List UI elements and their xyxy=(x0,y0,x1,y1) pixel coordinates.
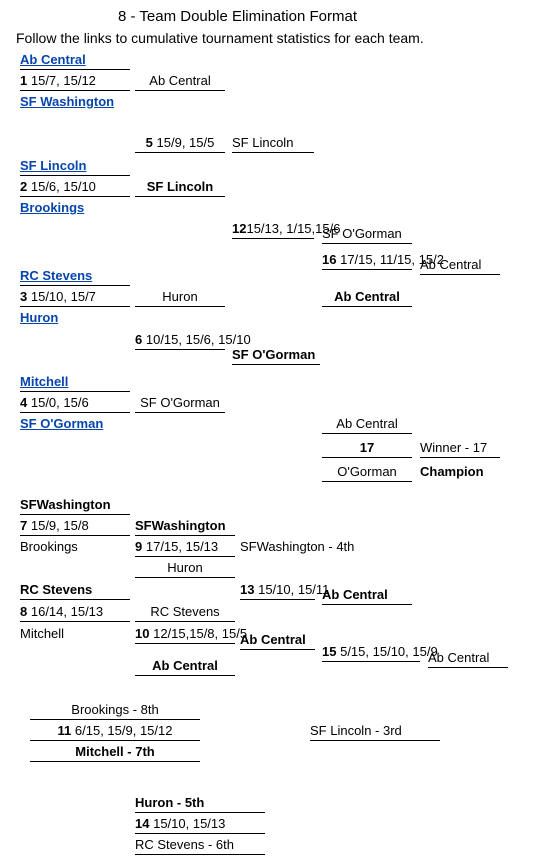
match-6-advance: SF O'Gorman xyxy=(232,347,320,365)
match-10-advance: Ab Central xyxy=(240,632,315,650)
match-15-advance: Ab Central xyxy=(428,650,508,668)
match-13-advance: Ab Central xyxy=(322,587,412,605)
team-sf-lincoln-link[interactable]: SF Lincoln xyxy=(20,158,130,176)
match-3-score: 3 15/10, 15/7 xyxy=(20,289,130,307)
team-brookings-link[interactable]: Brookings xyxy=(20,200,84,215)
page-subtitle: Follow the links to cumulative tournamen… xyxy=(16,30,424,46)
match-4-score: 4 15/0, 15/6 xyxy=(20,395,130,413)
match-7-score: 7 15/9, 15/8 xyxy=(20,518,130,536)
team-huron-link[interactable]: Huron xyxy=(20,310,58,325)
team-sf-washington-link[interactable]: SF Washington xyxy=(20,94,114,109)
team-mitchell-link[interactable]: Mitchell xyxy=(20,374,130,392)
match-5-advance: SF Lincoln xyxy=(232,135,314,153)
placement-6th: RC Stevens - 6th xyxy=(135,837,265,855)
match-9-mid: Huron xyxy=(135,560,235,578)
match-16-advance: Ab Central xyxy=(420,257,500,275)
match-16-score: 16 17/15, 11/15, 15/2 xyxy=(322,252,412,270)
match-1-advance: Ab Central xyxy=(135,73,225,91)
team-sf-ogorman-link[interactable]: SF O'Gorman xyxy=(20,416,103,431)
page-title: 8 - Team Double Elimination Format xyxy=(118,8,357,25)
match-15-score: 15 5/15, 15/10, 15/9 xyxy=(322,644,420,662)
match-13-score: 13 15/10, 15/11 xyxy=(240,582,315,600)
match-9-score: 9 17/15, 15/13 xyxy=(135,539,235,557)
final-top-team: Ab Central xyxy=(322,416,412,434)
placement-8th: Brookings - 8th xyxy=(30,702,200,720)
loser-8-bottom: Mitchell xyxy=(20,626,64,641)
placement-3rd: SF Lincoln - 3rd xyxy=(310,723,440,741)
winner-label: Winner - 17 xyxy=(420,440,500,458)
loser-7-top: SFWashington xyxy=(20,497,130,515)
final-match-num: 17 xyxy=(322,440,412,458)
match-3-advance: Huron xyxy=(135,289,225,307)
match-11-score: 11 6/15, 15/9, 15/12 xyxy=(30,723,200,741)
match-6-score: 6 10/15, 15/6, 15/10 xyxy=(135,332,225,350)
loser-8-top: RC Stevens xyxy=(20,582,130,600)
team-ab-central-link[interactable]: Ab Central xyxy=(20,52,130,70)
champion-label: Champion xyxy=(420,464,484,479)
match-5-score: 5 15/9, 15/5 xyxy=(135,135,225,153)
match-10-score: 10 12/15,15/8, 15/5 xyxy=(135,626,235,644)
placement-7th: Mitchell - 7th xyxy=(30,744,200,762)
match-8-score: 8 16/14, 15/13 xyxy=(20,604,130,622)
loser-7-bottom: Brookings xyxy=(20,539,78,554)
match-10-mid: Ab Central xyxy=(135,658,235,676)
match-8-advance: RC Stevens xyxy=(135,604,235,622)
match-4-advance: SF O'Gorman xyxy=(135,395,225,413)
match-16-bottom-team: Ab Central xyxy=(322,289,412,307)
match-2-advance: SF Lincoln xyxy=(135,179,225,197)
team-rc-stevens-link[interactable]: RC Stevens xyxy=(20,268,130,286)
match-7-advance: SFWashington xyxy=(135,518,235,536)
match-12-advance: SF O'Gorman xyxy=(322,226,412,244)
match-12-score: 1215/13, 1/15,15/6 xyxy=(232,221,314,239)
match-14-score: 14 15/10, 15/13 xyxy=(135,816,265,834)
placement-5th: Huron - 5th xyxy=(135,795,265,813)
match-1-score: 1 15/7, 15/12 xyxy=(20,73,130,91)
match-2-score: 2 15/6, 15/10 xyxy=(20,179,130,197)
final-bottom-team: O'Gorman xyxy=(322,464,412,482)
match-9-advance: SFWashington - 4th xyxy=(240,539,354,554)
